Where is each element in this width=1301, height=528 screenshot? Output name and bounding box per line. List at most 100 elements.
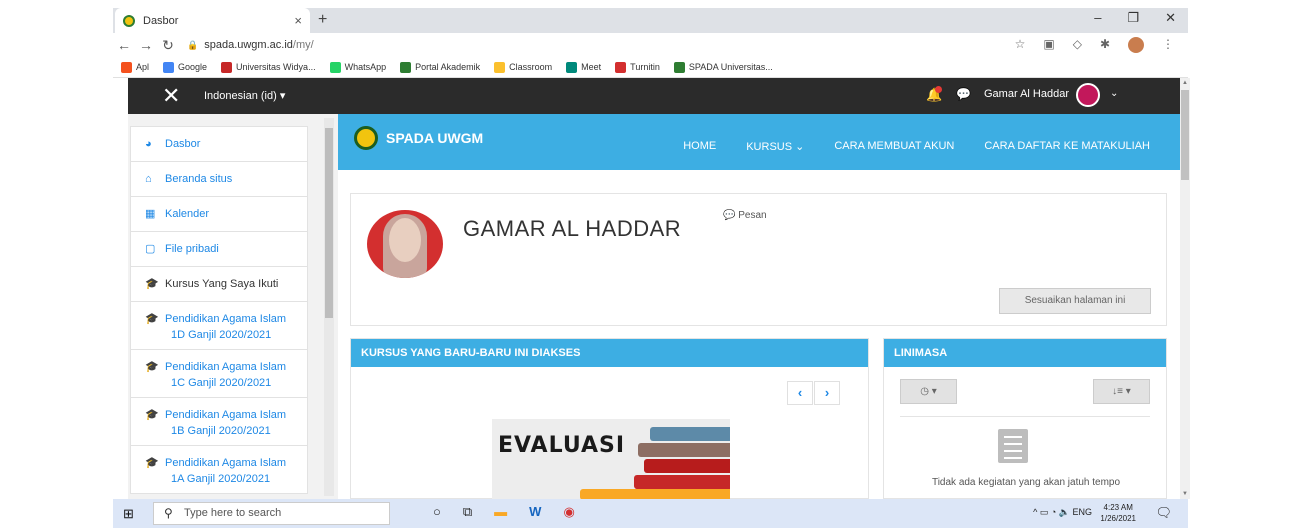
sidebar-item-sublabel: 1C Ganjil 2020/2021 <box>171 377 272 389</box>
cortana-icon[interactable]: ○ <box>433 504 441 520</box>
timeline-controls: ◷ ▾ ↓≡ ▾ <box>900 379 1150 417</box>
back-icon[interactable]: ← <box>113 37 135 53</box>
sidebar-scroll-thumb[interactable] <box>325 128 333 318</box>
message-label: Pesan <box>738 210 767 221</box>
sidebar-item-label: Pendidikan Agama Islam <box>165 313 287 325</box>
word-icon[interactable]: W <box>529 504 541 520</box>
calendar-icon: ▦ <box>145 208 156 220</box>
search-icon: ⚲ <box>164 506 173 520</box>
page-scrollbar[interactable]: ▲ ▼ <box>1180 78 1190 499</box>
sidebar-item-label: Pendidikan Agama Islam <box>165 361 287 373</box>
user-avatar[interactable] <box>1076 83 1100 107</box>
sidebar-item[interactable]: 🎓 Pendidikan Agama Islam 1C Ganjil 2020/20… <box>130 350 308 398</box>
bookmark-item[interactable]: Apl <box>121 61 150 73</box>
nav-kursus[interactable]: KURSUS ⌄ <box>746 140 804 153</box>
timeline-sort-button[interactable]: ↓≡ ▾ <box>1093 379 1150 404</box>
window-controls: – ❐ ✕ <box>1094 10 1188 26</box>
forward-icon[interactable]: → <box>135 37 157 53</box>
taskbar-clock[interactable]: 4:23 AM 1/26/2021 <box>1100 502 1136 524</box>
course-image-text: EVALUASI <box>498 433 626 458</box>
url-field[interactable]: 🔒 spada.uwgm.ac.id/my/ <box>187 39 314 51</box>
windows-taskbar: ⊞ ⚲ Type here to search ○ ⧉ ▬ W ◉ ^ ▭ ◔ 🔈… <box>113 499 1188 528</box>
bookmark-icon <box>163 61 175 73</box>
sidebar-item[interactable]: ▦ Kalender <box>130 197 308 232</box>
sidebar-item-sublabel: 1B Ganjil 2020/2021 <box>171 425 271 437</box>
bookmark-item[interactable]: Meet <box>566 61 601 73</box>
sidebar-item[interactable]: 🎓 Pendidikan Agama Islam 1A Ganjil 2020/20… <box>130 446 308 494</box>
notification-bell-icon[interactable]: 🔔 <box>926 86 942 103</box>
timeline-title: LINIMASA <box>884 339 1166 367</box>
sidebar-item[interactable]: 🎓 Pendidikan Agama Islam 1B Ganjil 2020/20… <box>130 398 308 446</box>
new-tab-button[interactable]: + <box>318 11 327 29</box>
reload-icon[interactable]: ↻ <box>157 37 179 54</box>
nav-home[interactable]: HOME <box>683 140 716 153</box>
site-logo[interactable]: SPADA UWGM <box>354 126 483 150</box>
puzzle-icon[interactable]: ✱ <box>1100 37 1110 53</box>
bookmark-label: Classroom <box>509 62 553 72</box>
windows-start-icon[interactable]: ⊞ <box>123 506 134 522</box>
bookmark-label: Google <box>178 62 208 72</box>
nav-cara-daftar[interactable]: CARA DAFTAR KE MATAKULIAH <box>984 140 1150 153</box>
profile-avatar-icon[interactable] <box>1128 37 1144 53</box>
bookmark-item[interactable]: Portal Akademik <box>400 61 480 73</box>
user-name[interactable]: Gamar Al Haddar <box>984 88 1069 100</box>
prev-arrow-button[interactable]: ‹ <box>787 381 813 405</box>
course-card-image[interactable]: EVALUASI <box>492 419 730 500</box>
sidebar-item-label: Kursus Yang Saya Ikuti <box>165 278 279 290</box>
chrome-icon[interactable]: ◉ <box>563 504 574 520</box>
bookmark-item[interactable]: Turnitin <box>615 61 660 73</box>
tab-close-icon[interactable]: × <box>294 13 302 28</box>
star-icon[interactable]: ☆ <box>1015 37 1026 53</box>
notification-center-icon[interactable]: 🗨 <box>1155 505 1172 521</box>
bookmark-label: SPADA Universitas... <box>688 62 773 72</box>
sidebar-item[interactable]: ▢ File pribadi <box>130 232 308 267</box>
browser-tab-dasbor[interactable]: Dasbor × <box>115 8 310 33</box>
file-explorer-icon[interactable]: ▬ <box>494 504 507 520</box>
main-nav: HOME KURSUS ⌄ CARA MEMBUAT AKUN CARA DAF… <box>683 140 1150 153</box>
language-selector[interactable]: Indonesian (id) ▾ <box>204 89 285 102</box>
sidebar-item-label: Pendidikan Agama Islam <box>165 409 287 421</box>
sidebar-item-label: Dasbor <box>165 138 201 150</box>
tab-strip: Dasbor × + – ❐ ✕ <box>113 8 1188 33</box>
maximize-button[interactable]: ❐ <box>1127 10 1139 26</box>
bookmark-item[interactable]: Google <box>163 61 208 73</box>
scroll-down-icon[interactable]: ▼ <box>1182 491 1188 497</box>
bookmark-label: Apl <box>136 62 150 72</box>
bookmark-item[interactable]: Classroom <box>494 61 553 73</box>
sidebar-scrollbar[interactable] <box>324 118 334 496</box>
extension-icon[interactable]: ▣ <box>1043 37 1054 53</box>
bookmark-icon <box>329 61 341 73</box>
tab-title: Dasbor <box>143 14 179 27</box>
clock-time: 4:23 AM <box>1103 503 1133 512</box>
minimize-button[interactable]: – <box>1094 10 1101 26</box>
profile-name: GAMAR AL HADDAR <box>463 216 682 241</box>
bookmark-item[interactable]: WhatsApp <box>329 61 386 73</box>
code-icon[interactable]: ◇ <box>1073 37 1082 53</box>
close-drawer-icon[interactable]: ✕ <box>162 83 180 109</box>
clock-date: 1/26/2021 <box>1100 514 1136 523</box>
bookmark-icon <box>494 61 506 73</box>
sidebar: ◕ Dasbor ⌂ Beranda situs ▦ Kalender ▢ File prib… <box>128 114 338 499</box>
sidebar-item[interactable]: ◕ Dasbor <box>130 126 308 162</box>
chevron-down-icon[interactable]: ⌄ <box>1110 88 1118 99</box>
bookmark-item[interactable]: SPADA Universitas... <box>673 61 773 73</box>
message-link[interactable]: 💬 Pesan <box>723 210 767 221</box>
sidebar-item-label: Beranda situs <box>165 173 233 185</box>
customize-page-button[interactable]: Sesuaikan halaman ini <box>999 288 1151 314</box>
taskbar-search-input[interactable]: ⚲ Type here to search <box>153 502 390 525</box>
window-close-button[interactable]: ✕ <box>1165 10 1176 26</box>
chat-icon[interactable]: 💬 <box>956 87 971 101</box>
menu-dots-icon[interactable]: ⋮ <box>1162 37 1174 53</box>
page-scroll-thumb[interactable] <box>1181 90 1189 180</box>
scroll-up-icon[interactable]: ▲ <box>1182 80 1188 86</box>
next-arrow-button[interactable]: › <box>814 381 840 405</box>
timeline-filter-button[interactable]: ◷ ▾ <box>900 379 957 404</box>
task-view-icon[interactable]: ⧉ <box>463 504 472 520</box>
taskbar-search-placeholder: Type here to search <box>184 507 282 519</box>
system-tray[interactable]: ^ ▭ ◔ 🔈 ENG <box>1033 507 1092 518</box>
sidebar-item[interactable]: ⌂ Beranda situs <box>130 162 308 197</box>
sidebar-item[interactable]: 🎓 Pendidikan Agama Islam 1D Ganjil 2020/20… <box>130 302 308 350</box>
nav-cara-membuat-akun[interactable]: CARA MEMBUAT AKUN <box>834 140 954 153</box>
bookmark-item[interactable]: Universitas Widya... <box>221 61 316 73</box>
sidebar-item[interactable]: 🎓 Kursus Yang Saya Ikuti <box>130 267 308 302</box>
